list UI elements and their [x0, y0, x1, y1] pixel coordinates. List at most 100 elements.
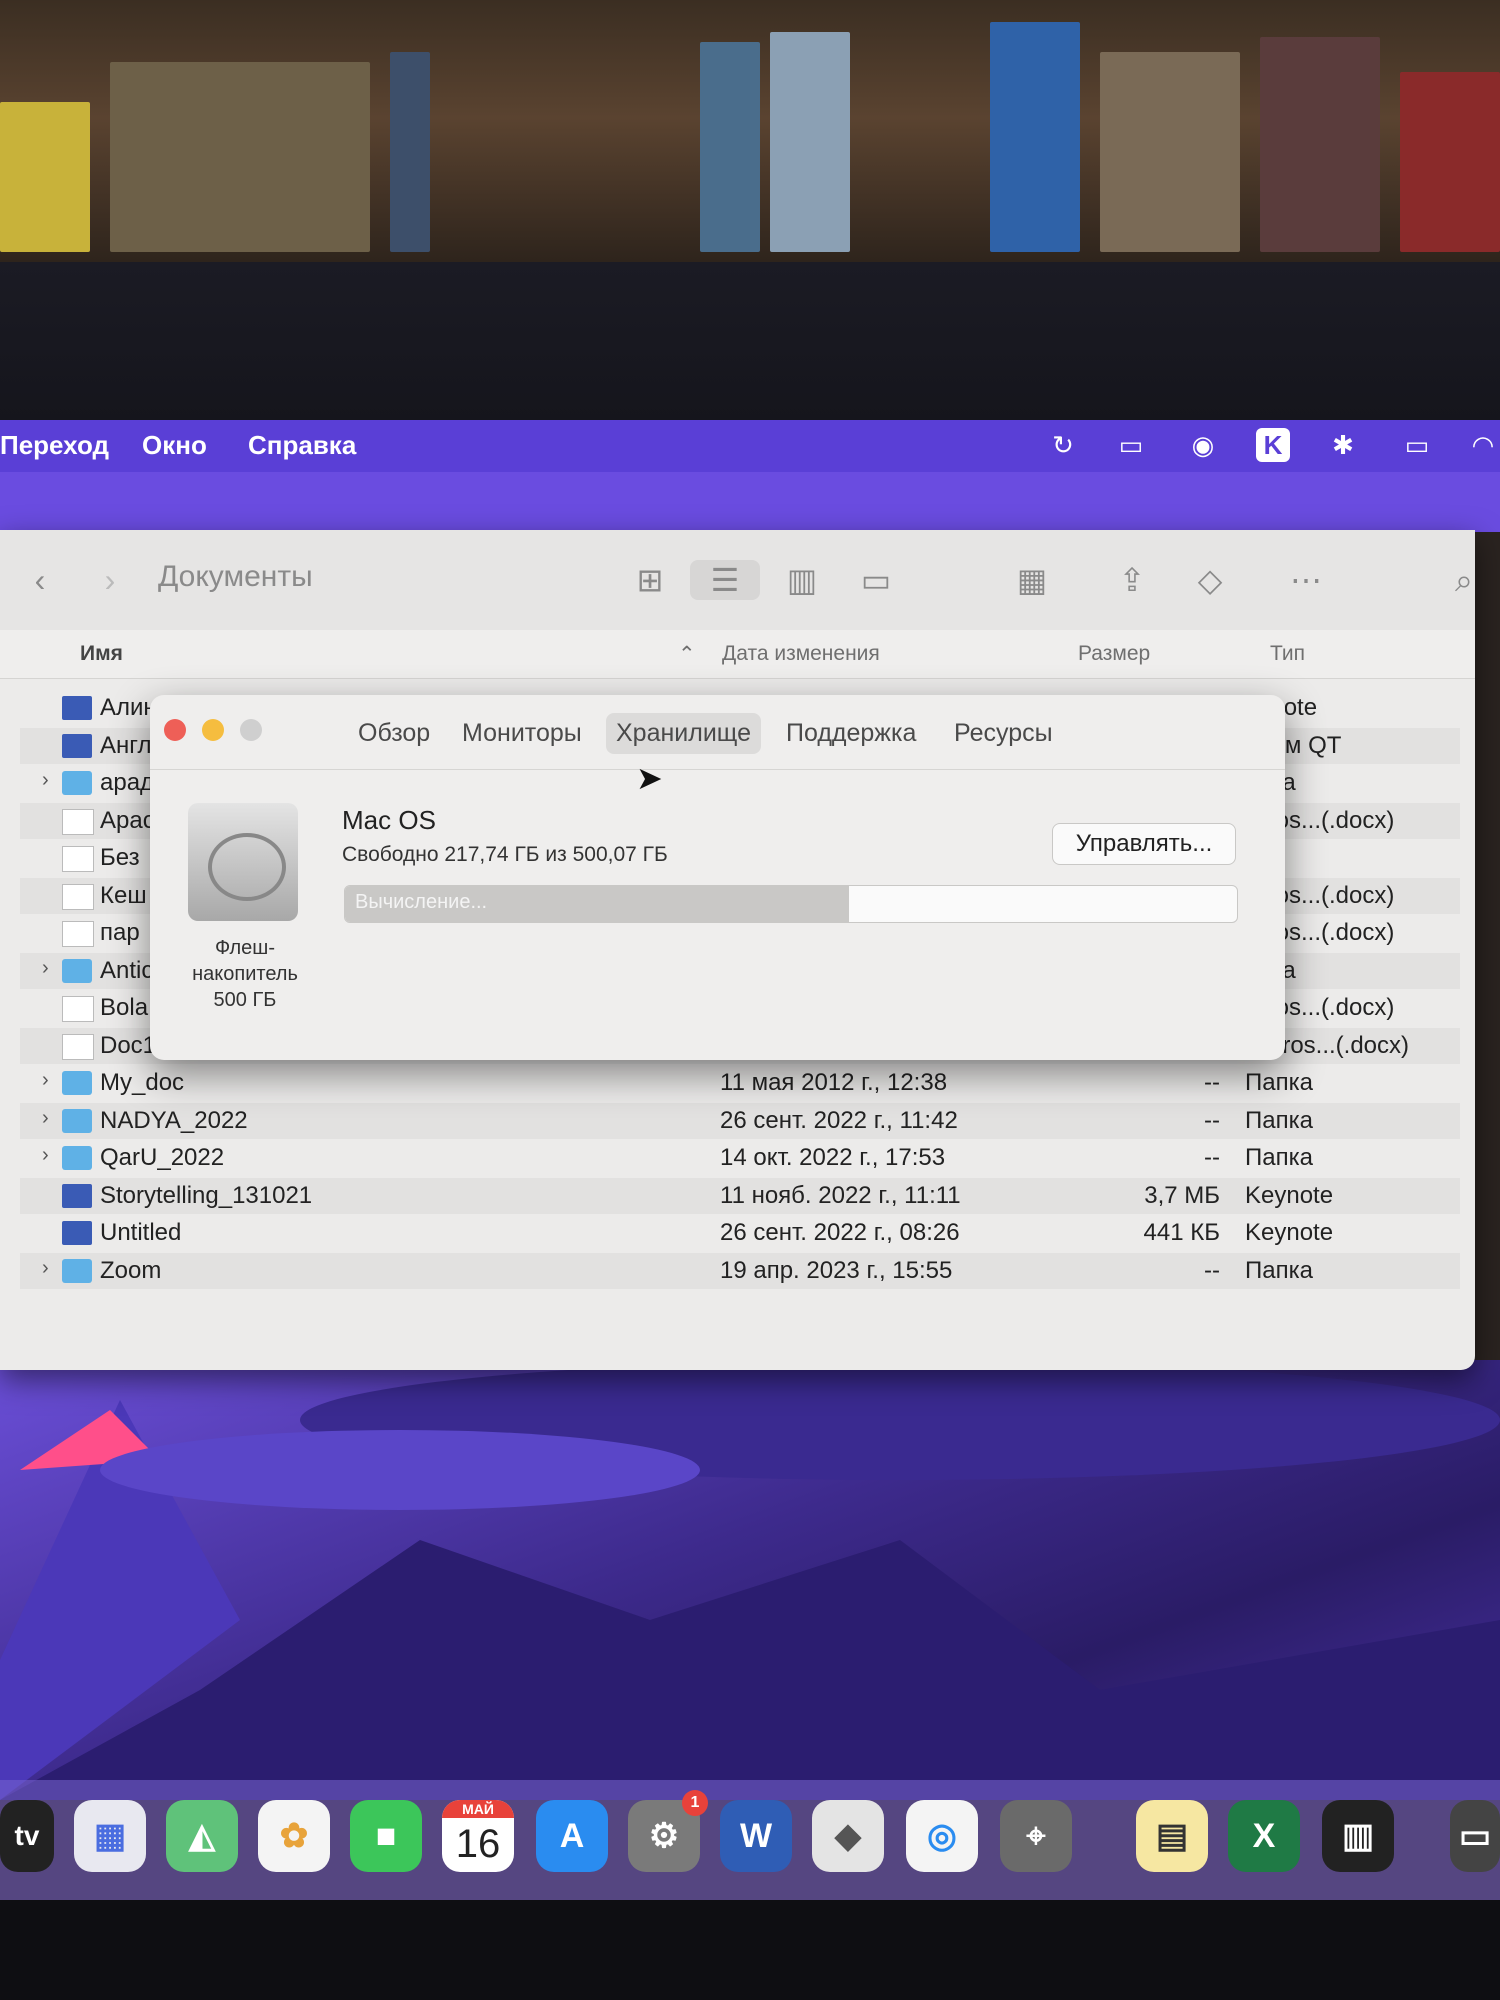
table-row[interactable]: › Zoom 19 апр. 2023 г., 15:55 -- Папка — [20, 1252, 1460, 1289]
disclosure-chevron-icon[interactable]: › — [42, 1144, 49, 1167]
desktop-strip — [0, 472, 1500, 532]
column-name[interactable]: Имя — [80, 642, 123, 666]
drive-capacity-label: 500 ГБ — [213, 989, 277, 1011]
file-type: Папка — [1245, 1144, 1313, 1171]
column-size[interactable]: Размер — [1078, 642, 1150, 666]
file-name: Англ — [100, 731, 152, 759]
table-row[interactable]: › My_doc 11 мая 2012 г., 12:38 -- Папка — [20, 1065, 1460, 1101]
zoom-button[interactable] — [240, 719, 262, 741]
word-icon — [62, 808, 94, 835]
back-icon[interactable]: ‹ — [20, 560, 60, 600]
search-icon[interactable]: ⌕ — [1444, 560, 1484, 600]
k-icon[interactable]: K — [1256, 428, 1290, 462]
file-type: Keynote — [1245, 1219, 1334, 1246]
file-name: Кеш — [100, 881, 147, 909]
bluetooth-icon[interactable]: ✱ — [1326, 428, 1360, 462]
table-row[interactable]: Untitled 26 сент. 2022 г., 08:26 441 КБ Key… — [20, 1215, 1460, 1251]
tab-overview[interactable]: Обзор — [348, 713, 440, 754]
list-view-icon[interactable]: ☰ — [690, 560, 760, 600]
disclosure-chevron-icon[interactable]: › — [42, 769, 49, 792]
word-icon[interactable]: W — [720, 1800, 792, 1872]
menu-window[interactable]: Окно — [142, 430, 207, 461]
gallery-view-icon[interactable]: ▭ — [856, 560, 896, 600]
word-icon — [62, 883, 94, 910]
file-date: 26 сент. 2022 г., 11:42 — [720, 1106, 958, 1134]
menu-go[interactable]: Переход — [0, 430, 109, 461]
disclosure-chevron-icon[interactable]: › — [42, 1257, 49, 1280]
book — [700, 42, 760, 252]
file-size: 3,7 МБ — [1144, 1181, 1220, 1209]
close-button[interactable] — [164, 719, 186, 741]
photos-icon[interactable]: ✿ — [258, 1800, 330, 1872]
icon-view-icon[interactable]: ⊞ — [630, 560, 670, 600]
drive-icon — [188, 803, 298, 921]
disk-name: Mac OS — [342, 805, 436, 835]
table-row[interactable]: › NADYA_2022 26 сент. 2022 г., 11:42 -- Папк… — [20, 1102, 1460, 1139]
menu-bar: Переход Окно Справка ↻ ▭ ◉ K ✱ ▭ ◠ — [0, 420, 1500, 472]
file-type: Папка — [1245, 1106, 1313, 1134]
keynote-icon — [62, 696, 92, 720]
doc-icon — [62, 846, 94, 872]
maps-icon[interactable]: ◭ — [166, 1800, 238, 1872]
sort-chevron-icon[interactable]: ⌃ — [678, 642, 696, 667]
tab-support[interactable]: Поддержка — [776, 713, 926, 754]
system-settings-icon[interactable]: ⚙ 1 — [628, 1790, 708, 1872]
tab-monitors[interactable]: Мониторы — [452, 713, 592, 754]
tab-storage[interactable]: Хранилище — [606, 713, 761, 754]
disclosure-chevron-icon[interactable]: › — [42, 1107, 49, 1130]
launchpad-icon[interactable]: ▦ — [74, 1800, 146, 1872]
keynote-icon — [62, 1221, 92, 1245]
sync-icon[interactable]: ↻ — [1046, 428, 1080, 462]
file-date: 14 окт. 2022 г., 17:53 — [720, 1144, 946, 1171]
tab-resources[interactable]: Ресурсы — [944, 713, 1063, 754]
calendar-day: 16 — [455, 1822, 501, 1866]
file-name: Zoom — [100, 1256, 162, 1284]
calendar-icon[interactable]: МАЙ 16 — [442, 1800, 514, 1872]
more-actions-icon[interactable]: ⋯ — [1276, 560, 1336, 600]
chrome-icon[interactable]: ◎ — [906, 1800, 978, 1872]
dock-app-partial[interactable]: ▭ — [1450, 1800, 1500, 1872]
folder-icon — [62, 1258, 92, 1283]
table-row[interactable]: Storytelling_131021 11 нояб. 2022 г., 11:… — [20, 1177, 1460, 1214]
laptop-bottom-bezel — [0, 1900, 1500, 2000]
calendar-month: МАЙ — [442, 1800, 514, 1818]
share-icon[interactable]: ⇪ — [1112, 560, 1152, 600]
column-view-icon[interactable]: ▥ — [782, 560, 822, 600]
folder-icon — [62, 958, 92, 983]
minimize-button[interactable] — [202, 719, 224, 741]
column-type[interactable]: Тип — [1270, 642, 1305, 666]
folder-icon — [62, 1071, 92, 1095]
file-name: пар — [100, 919, 140, 946]
disclosure-chevron-icon[interactable]: › — [42, 1069, 49, 1092]
column-date[interactable]: Дата изменения — [722, 642, 880, 666]
app-store-icon[interactable]: A — [536, 1800, 608, 1872]
battery-icon[interactable]: ▭ — [1392, 428, 1442, 462]
group-icon[interactable]: ▦ — [1002, 560, 1062, 600]
piano-icon[interactable]: ▥ — [1322, 1800, 1394, 1872]
tag-icon[interactable]: ◇ — [1190, 560, 1230, 600]
menu-help[interactable]: Справка — [248, 430, 356, 461]
wifi-icon[interactable]: ◠ — [1466, 428, 1500, 462]
file-date: 11 мая 2012 г., 12:38 — [720, 1069, 948, 1096]
dock-tv[interactable]: tv — [0, 1800, 54, 1872]
book — [1260, 37, 1380, 252]
notes-icon[interactable]: ▤ — [1136, 1800, 1208, 1872]
drive-type-label: Флеш- — [214, 937, 276, 959]
roblox-icon[interactable]: ◆ — [812, 1800, 884, 1872]
book — [770, 32, 850, 252]
dialog-titlebar: Обзор Мониторы Хранилище Поддержка Ресур… — [150, 695, 1285, 770]
file-name: Doc1 — [100, 1031, 157, 1059]
excel-icon[interactable]: X — [1228, 1800, 1300, 1872]
play-icon[interactable]: ◉ — [1186, 428, 1220, 462]
screen-bezel — [0, 262, 1500, 422]
manage-button[interactable]: Управлять... — [1052, 823, 1236, 865]
file-type: Папка — [1245, 1069, 1313, 1096]
forward-icon[interactable]: › — [90, 560, 130, 600]
display-icon[interactable]: ▭ — [1114, 428, 1148, 462]
facetime-icon[interactable]: ■ — [350, 1800, 422, 1872]
file-name: Арас — [100, 806, 155, 834]
screenshot-icon[interactable]: ⌖ — [1000, 1800, 1072, 1872]
disclosure-chevron-icon[interactable]: › — [42, 957, 49, 980]
table-row[interactable]: › QarU_2022 14 окт. 2022 г., 17:53 -- Папка — [20, 1140, 1460, 1176]
file-size: -- — [1204, 1069, 1220, 1096]
